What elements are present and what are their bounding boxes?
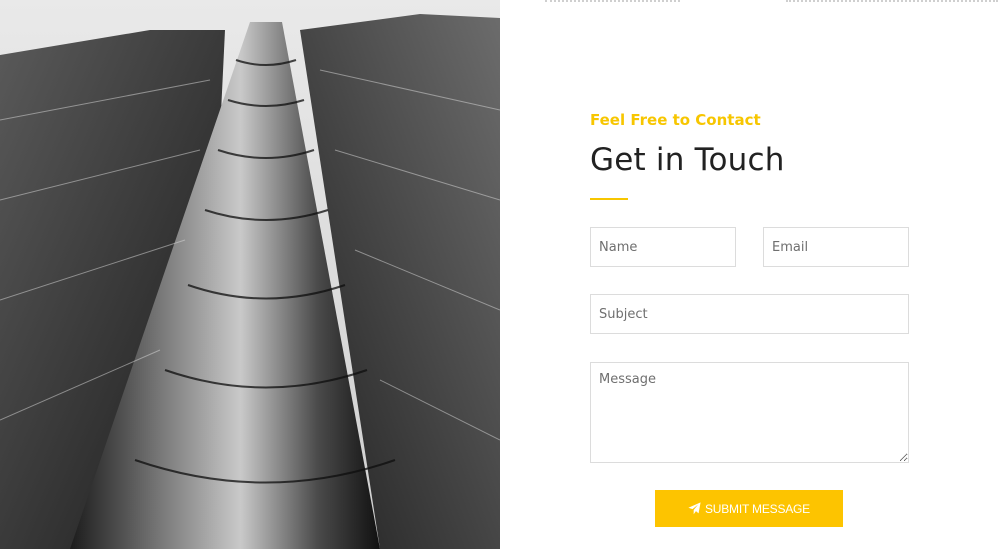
building-photo (0, 0, 500, 549)
section-eyebrow: Feel Free to Contact (590, 111, 761, 129)
paper-plane-icon (688, 502, 701, 515)
submit-message-button[interactable]: SUBMIT MESSAGE (655, 490, 843, 527)
submit-label: SUBMIT MESSAGE (704, 501, 810, 516)
contact-section: Feel Free to Contact Get in Touch SUBMIT… (0, 0, 998, 549)
email-field[interactable] (763, 227, 909, 267)
title-underline (590, 198, 628, 200)
message-field[interactable] (590, 362, 909, 463)
name-field[interactable] (590, 227, 736, 267)
contact-form: Feel Free to Contact Get in Touch SUBMIT… (590, 0, 910, 549)
subject-field[interactable] (590, 294, 909, 334)
section-title: Get in Touch (590, 142, 785, 178)
